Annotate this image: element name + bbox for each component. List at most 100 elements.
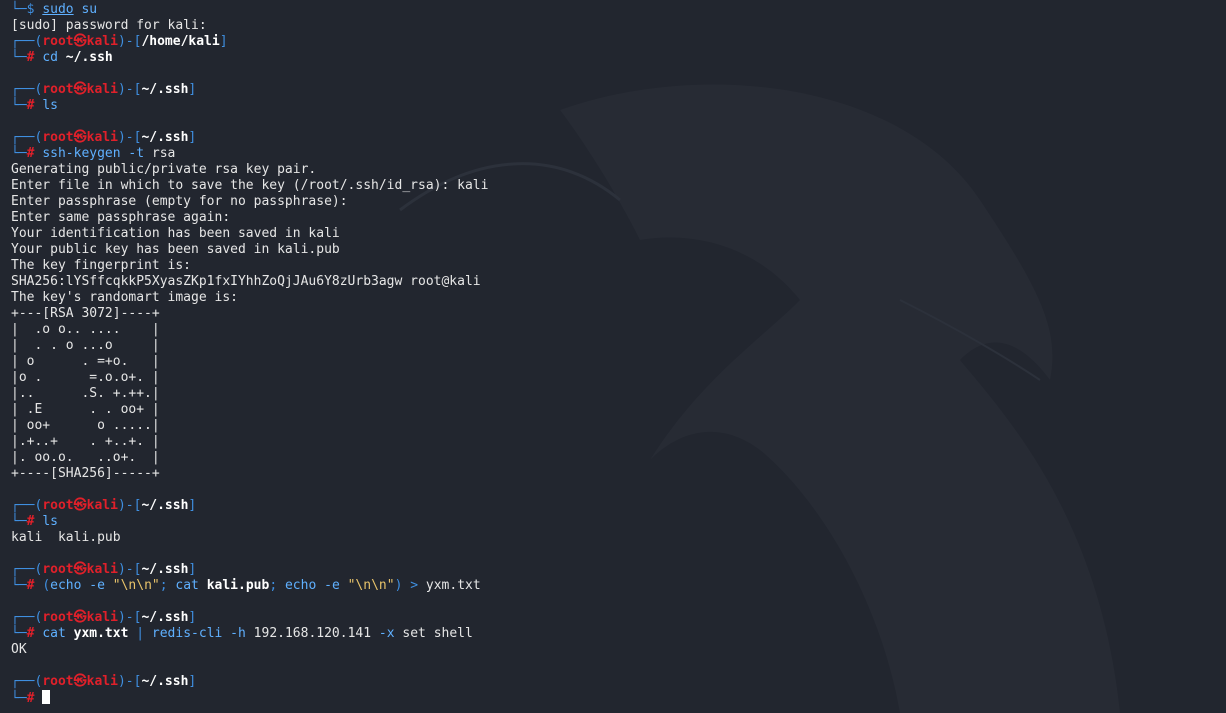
prompt-header: ┌──(root㉿kali)-[~/.ssh] <box>11 562 1226 578</box>
prompt-bracket-open: ┌──( <box>11 562 43 577</box>
command-token <box>105 578 113 593</box>
command-line: └─# cat yxm.txt | redis-cli -h 192.168.1… <box>11 626 1226 642</box>
prompt-path: ~/.ssh <box>141 674 189 689</box>
prompt-at-icon: ㉿ <box>73 34 87 49</box>
prompt-at-icon: ㉿ <box>73 498 87 513</box>
prompt-bracket-close: ] <box>188 610 197 625</box>
command-token: cd <box>42 50 58 65</box>
text-cursor[interactable] <box>42 690 51 704</box>
prompt-host: kali <box>86 674 118 689</box>
command-token: yxm.txt <box>73 626 129 641</box>
prompt-bracket-open: ┌──( <box>11 674 43 689</box>
prompt-user: root <box>42 82 74 97</box>
prompt-header: ┌──(root㉿kali)-[~/.ssh] <box>11 498 1226 514</box>
output-line: |.+..+ . +..+. | <box>11 434 160 449</box>
output-line: | oo+ o .....| <box>11 418 160 433</box>
prompt-host: kali <box>86 562 118 577</box>
prompt-corner: └─ <box>11 146 27 161</box>
command-token: cat <box>175 578 199 593</box>
prompt-bracket-mid: )-[ <box>117 498 142 513</box>
prompt-path: ~/.ssh <box>141 498 189 513</box>
prompt-bracket-close: ] <box>188 498 197 513</box>
output-line: | o . =+o. | <box>11 354 160 369</box>
prompt-host: kali <box>86 610 118 625</box>
command-token: redis-cli <box>151 626 223 641</box>
command-token: | <box>128 626 152 641</box>
command-token: 192.168.120.141 <box>245 626 372 641</box>
output-line: | .E . . oo+ | <box>11 402 160 417</box>
output-line: Your public key has been saved in kali.p… <box>11 242 340 257</box>
output-line: The key fingerprint is: <box>11 258 192 273</box>
command-token: ( <box>42 578 51 593</box>
output-line: | . . o ...o | <box>11 338 160 353</box>
command-token: -x <box>371 626 395 641</box>
command-token: "\n\n" <box>347 578 395 593</box>
output-line: [sudo] password for kali: <box>11 18 207 33</box>
prompt-corner: └─ <box>11 626 27 641</box>
prompt-corner: └─ <box>11 50 27 65</box>
prompt-path: ~/.ssh <box>141 82 189 97</box>
prompt-user: root <box>42 34 74 49</box>
prompt-header: ┌──(root㉿kali)-[~/.ssh] <box>11 610 1226 626</box>
prompt-bracket-close: ] <box>188 562 197 577</box>
command-token: -t <box>120 146 145 161</box>
prompt-user: root <box>42 498 74 513</box>
prompt-bracket-close: ] <box>188 674 197 689</box>
prompt-bracket-close: ] <box>219 34 228 49</box>
command-token <box>340 578 348 593</box>
terminal-output[interactable]: └─$ sudo su [sudo] password for kali: ┌──(… <box>11 2 1226 706</box>
prompt-bracket-close: ] <box>188 130 197 145</box>
output-line: OK <box>11 642 27 657</box>
prompt-at-icon: ㉿ <box>73 610 87 625</box>
output-line: |. oo.o. ..o+. | <box>11 450 160 465</box>
prompt-corner: └─ <box>11 2 27 17</box>
prompt-bracket-open: ┌──( <box>11 610 43 625</box>
command-token: echo <box>50 578 82 593</box>
command-token: kali.pub <box>206 578 270 593</box>
command-token <box>58 50 66 65</box>
output-line: SHA256:lYSffcqkkP5XyasZKp1fxIYhhZoQjJAu6… <box>11 274 481 289</box>
prompt-host: kali <box>86 34 118 49</box>
command-token: -e <box>81 578 105 593</box>
command-token: ; <box>159 578 176 593</box>
command-token: ls <box>42 98 58 113</box>
command-token: -e <box>316 578 340 593</box>
output-line: Enter file in which to save the key (/ro… <box>11 178 489 193</box>
output-line: Enter same passphrase again: <box>11 210 231 225</box>
prompt-user: root <box>42 610 74 625</box>
output-line: kali kali.pub <box>11 530 121 545</box>
output-line: Generating public/private rsa key pair. <box>11 162 317 177</box>
command-token: rsa <box>144 146 176 161</box>
user-prompt-line: └─$ sudo su <box>11 2 1226 18</box>
prompt-corner: └─ <box>11 98 27 113</box>
prompt-corner: └─ <box>11 578 27 593</box>
prompt-host: kali <box>86 130 118 145</box>
prompt-header: ┌──(root㉿kali)-[~/.ssh] <box>11 674 1226 690</box>
command-line: └─# ssh-keygen -t rsa <box>11 146 1226 162</box>
output-line: |.. .S. +.++.| <box>11 386 160 401</box>
command-token: ssh-keygen <box>42 146 121 161</box>
output-line: +----[SHA256]-----+ <box>11 466 160 481</box>
prompt-header: ┌──(root㉿kali)-[/home/kali] <box>11 34 1226 50</box>
command-token: -h <box>222 626 246 641</box>
prompt-bracket-close: ] <box>188 82 197 97</box>
prompt-path: ~/.ssh <box>141 610 189 625</box>
prompt-bracket-mid: )-[ <box>117 82 142 97</box>
command-token: cat <box>42 626 66 641</box>
prompt-path: ~/.ssh <box>141 130 189 145</box>
command-token: ~/.ssh <box>65 50 113 65</box>
command-token: ls <box>42 514 58 529</box>
output-line: The key's randomart image is: <box>11 290 238 305</box>
prompt-corner: └─ <box>11 691 27 706</box>
command-token <box>66 626 74 641</box>
command-token: yxm.txt <box>425 578 481 593</box>
command-name: sudo <box>42 2 74 17</box>
prompt-user: root <box>42 562 74 577</box>
prompt-at-icon: ㉿ <box>73 674 87 689</box>
